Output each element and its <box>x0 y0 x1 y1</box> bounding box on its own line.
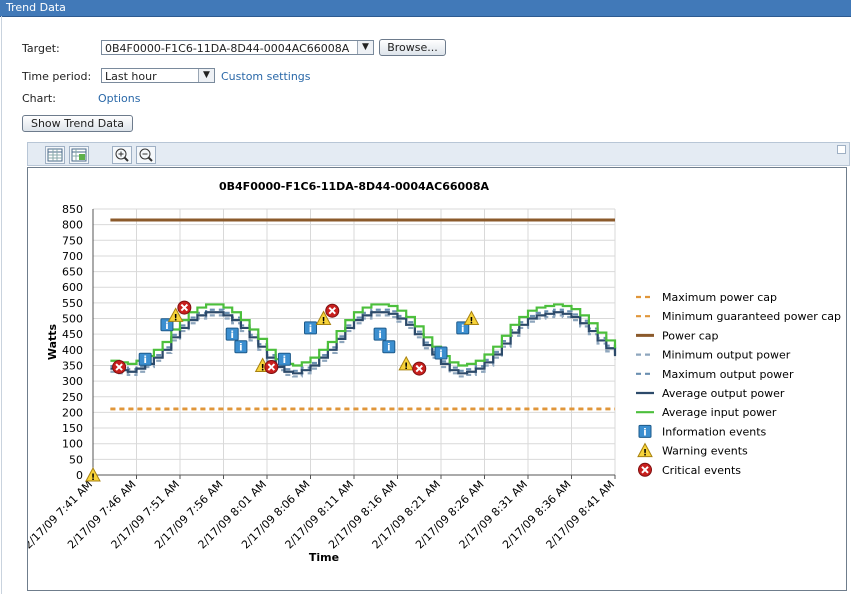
event-marker-critical <box>325 303 340 318</box>
event-marker-information: i <box>382 340 396 354</box>
legend-critical-icon <box>638 462 652 477</box>
legend-label: Minimum guaranteed power cap <box>662 310 841 323</box>
warning-event-glyph: ! <box>174 313 178 323</box>
y-tick-label: 300 <box>62 375 83 388</box>
warning-event-glyph: ! <box>321 317 325 327</box>
event-marker-information: i <box>225 327 239 341</box>
legend-label: Information events <box>662 425 767 438</box>
table-view-icon[interactable] <box>45 146 65 164</box>
panel-border <box>1 16 2 594</box>
y-tick-label: 700 <box>62 250 83 263</box>
warning-event-glyph: ! <box>404 362 408 372</box>
y-tick-label: 150 <box>62 422 83 435</box>
warning-event-glyph: ! <box>643 449 647 459</box>
chevron-down-icon[interactable]: ▼ <box>357 41 373 54</box>
info-event-glyph: i <box>387 343 390 354</box>
legend-warning-icon: ! <box>637 442 653 459</box>
window-titlebar: Trend Data <box>0 0 851 17</box>
table-export-icon[interactable] <box>69 146 89 164</box>
event-marker-information: i <box>373 327 387 341</box>
legend-label: Average input power <box>662 406 777 419</box>
event-marker-critical <box>177 300 192 315</box>
event-marker-information: i <box>277 352 291 366</box>
legend-label: Maximum power cap <box>662 291 777 304</box>
chart-title: 0B4F0000-F1C6-11DA-8D44-0004AC66008A <box>219 180 489 193</box>
time-period-value: Last hour <box>105 70 157 83</box>
y-tick-label: 750 <box>62 234 83 247</box>
custom-settings-link[interactable]: Custom settings <box>221 70 311 83</box>
chevron-down-icon[interactable]: ▼ <box>198 69 214 82</box>
y-tick-label: 0 <box>76 469 83 482</box>
y-tick-label: 400 <box>62 344 83 357</box>
event-marker-critical <box>412 361 427 376</box>
toolbar-collapse-box[interactable] <box>837 145 846 154</box>
warning-event-glyph: ! <box>469 317 473 327</box>
time-period-select[interactable]: Last hour ▼ <box>101 68 215 83</box>
info-event-glyph: i <box>283 355 286 366</box>
y-axis-title: Watts <box>46 323 59 360</box>
target-select[interactable]: 0B4F0000-F1C6-11DA-8D44-0004AC66008A ▼ <box>101 40 374 55</box>
event-marker-information: i <box>434 346 448 360</box>
series-line-5 <box>110 311 617 375</box>
info-event-glyph: i <box>643 427 646 438</box>
y-tick-label: 200 <box>62 406 83 419</box>
event-marker-information: i <box>234 340 248 354</box>
y-tick-label: 850 <box>62 203 83 216</box>
series-line-3 <box>110 314 617 378</box>
y-tick-label: 350 <box>62 359 83 372</box>
y-tick-label: 500 <box>62 313 83 326</box>
window-title: Trend Data <box>6 1 66 14</box>
legend-information-icon: i <box>638 424 652 438</box>
info-event-glyph: i <box>439 349 442 360</box>
y-tick-label: 250 <box>62 391 83 404</box>
info-event-glyph: i <box>309 324 312 335</box>
y-tick-label: 550 <box>62 297 83 310</box>
show-trend-data-button[interactable]: Show Trend Data <box>22 115 133 132</box>
chart-label: Chart: <box>22 92 56 105</box>
event-marker-information: i <box>138 352 152 366</box>
legend-label: Power cap <box>662 329 719 342</box>
zoom-out-icon[interactable] <box>136 146 156 164</box>
legend-label: Maximum output power <box>662 368 794 381</box>
info-event-glyph: i <box>230 330 233 341</box>
info-event-glyph: i <box>239 343 242 354</box>
info-event-glyph: i <box>378 330 381 341</box>
warning-event-glyph: ! <box>91 473 95 483</box>
event-marker-critical <box>112 360 127 375</box>
chart-toolbar <box>27 142 850 166</box>
y-tick-label: 100 <box>62 438 83 451</box>
y-tick-label: 450 <box>62 328 83 341</box>
time-period-label: Time period: <box>22 70 92 83</box>
legend-label: Warning events <box>662 445 748 458</box>
chart-container: 0B4F0000-F1C6-11DA-8D44-0004AC66008A 0 50 1… <box>27 167 847 591</box>
warning-event-glyph: ! <box>261 363 265 373</box>
event-marker-warning: ! <box>398 355 415 372</box>
y-tick-label: 650 <box>62 266 83 279</box>
legend-label: Critical events <box>662 464 741 477</box>
legend-label: Average output power <box>662 387 785 400</box>
legend-label: Minimum output power <box>662 349 791 362</box>
zoom-in-icon[interactable] <box>112 146 132 164</box>
event-marker-critical <box>264 360 279 375</box>
y-tick-label: 50 <box>69 453 83 466</box>
browse-button[interactable]: Browse... <box>379 39 446 56</box>
y-tick-label: 800 <box>62 219 83 232</box>
x-axis-title: Time <box>309 551 339 564</box>
info-event-glyph: i <box>143 355 146 366</box>
target-label: Target: <box>22 42 60 55</box>
options-link[interactable]: Options <box>98 92 140 105</box>
target-value: 0B4F0000-F1C6-11DA-8D44-0004AC66008A <box>105 42 350 55</box>
event-marker-information: i <box>304 321 317 335</box>
info-event-glyph: i <box>165 321 168 332</box>
info-event-glyph: i <box>461 324 464 335</box>
trend-chart: 0B4F0000-F1C6-11DA-8D44-0004AC66008A 0 50 1… <box>28 180 841 564</box>
y-tick-label: 600 <box>62 281 83 294</box>
